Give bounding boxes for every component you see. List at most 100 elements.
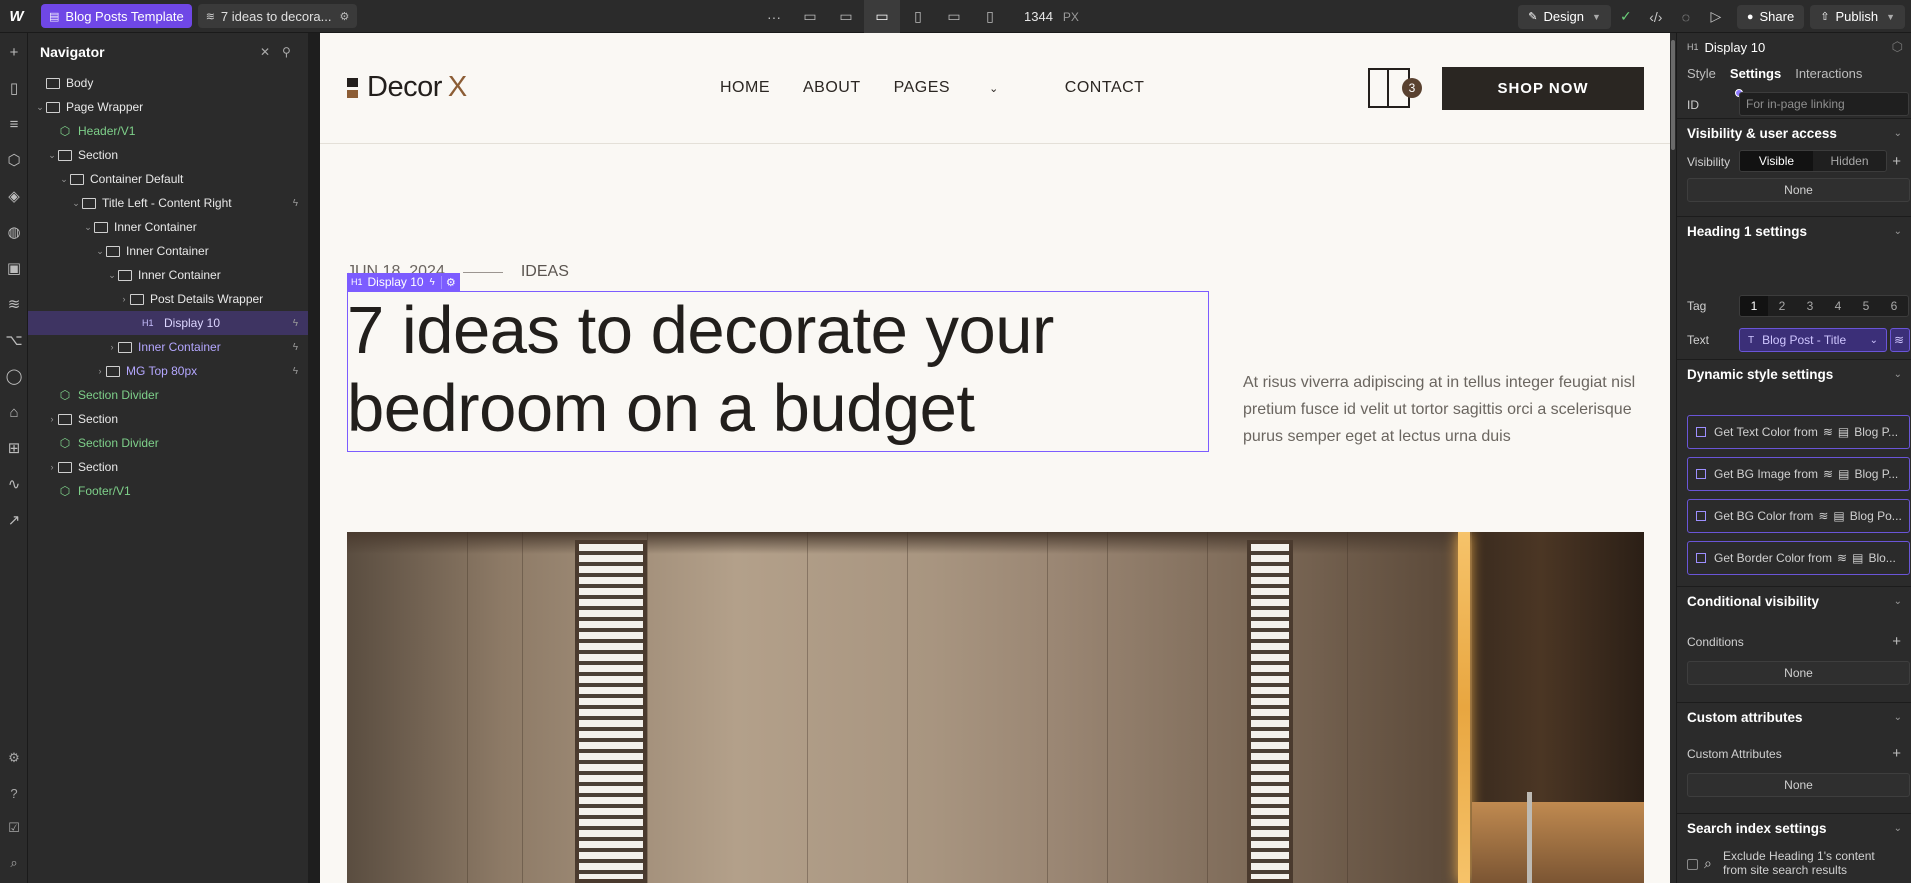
comment-icon[interactable]: ◌ (1671, 0, 1701, 33)
shop-now-button[interactable]: SHOP NOW (1442, 67, 1644, 110)
tree-item-section[interactable]: ⌄ Section (28, 143, 308, 167)
tag-h5[interactable]: 5 (1852, 296, 1880, 316)
tag-h2[interactable]: 2 (1768, 296, 1796, 316)
tree-item-page-wrapper[interactable]: ⌄ Page Wrapper (28, 95, 308, 119)
chevron-right-icon[interactable]: › (46, 414, 58, 424)
menu-about[interactable]: ABOUT (803, 79, 861, 97)
visible-option[interactable]: Visible (1740, 151, 1813, 171)
tree-item-inner-container[interactable]: ⌄ Inner Container (28, 215, 308, 239)
tree-item-post-details-wrapper[interactable]: › Post Details Wrapper (28, 287, 308, 311)
tag-h3[interactable]: 3 (1796, 296, 1824, 316)
variables-icon[interactable]: ◍ (0, 214, 28, 250)
menu-contact[interactable]: CONTACT (1065, 79, 1145, 97)
canvas-scrollbar-thumb[interactable] (1671, 40, 1675, 150)
add-element-icon[interactable]: + (0, 34, 28, 70)
settings-gear-icon[interactable]: ⚙ (440, 275, 456, 289)
ecommerce-icon[interactable]: ⌂ (0, 394, 28, 430)
chevron-down-icon[interactable]: ⌄ (70, 198, 82, 209)
text-binding-select[interactable]: T Blog Post - Title ⌄ (1739, 328, 1887, 352)
add-attribute-icon[interactable]: + (1892, 745, 1901, 762)
pages-icon[interactable]: ▯ (0, 70, 28, 106)
search-icon[interactable]: ⌕ (0, 848, 28, 878)
selected-element-tag[interactable]: H1 Display 10 ϟ ⚙ (347, 273, 460, 291)
chevron-down-icon[interactable]: ⌄ (46, 150, 58, 161)
components-icon[interactable]: ⬡ (0, 142, 28, 178)
chevron-down-icon[interactable]: ⌄ (94, 246, 106, 257)
tree-item-container-default[interactable]: ⌄ Container Default (28, 167, 308, 191)
tasks-icon[interactable]: ☑ (0, 813, 28, 843)
hidden-option[interactable]: Hidden (1813, 151, 1886, 171)
more-menu[interactable]: ··· (756, 0, 792, 33)
breakpoint-base-icon[interactable]: ▭ (864, 0, 900, 33)
chevron-right-icon[interactable]: › (46, 462, 58, 472)
tree-item-section[interactable]: › Section (28, 455, 308, 479)
settings-icon[interactable]: ⚙ (0, 743, 28, 773)
apps-icon[interactable]: ⊞ (0, 430, 28, 466)
pin-icon[interactable]: ⚲ (282, 45, 291, 59)
design-mode-button[interactable]: ✎ Design ▼ (1518, 4, 1611, 29)
canvas-width-value[interactable]: 1344 (1024, 9, 1053, 24)
chevron-down-icon[interactable]: ⌄ (82, 222, 94, 233)
analytics-icon[interactable]: ↗ (0, 502, 28, 538)
logic-icon[interactable]: ⌥ (0, 322, 28, 358)
dynamic-text-color-row[interactable]: Get Text Color from ≋ ▤ Blog P... (1687, 415, 1910, 449)
tree-item-inner-container[interactable]: › Inner Container ϟ (28, 335, 308, 359)
tree-item-section-divider[interactable]: ⬡ Section Divider (28, 383, 308, 407)
add-condition-icon[interactable]: + (1892, 633, 1901, 650)
site-logo[interactable]: Decor X (347, 71, 467, 104)
navigator-icon[interactable]: ≡ (0, 106, 28, 142)
conditional-visibility-header[interactable]: Conditional visibility ⌄ (1677, 586, 1911, 616)
collapse-all-icon[interactable]: ✕ (260, 45, 270, 59)
exclude-search-checkbox[interactable] (1687, 859, 1698, 870)
tab-style[interactable]: Style (1687, 66, 1716, 81)
component-icon[interactable]: ⬡ (1892, 39, 1903, 55)
checkbox[interactable] (1696, 553, 1706, 563)
tab-interactions[interactable]: Interactions (1795, 66, 1862, 81)
search-index-header[interactable]: Search index settings ⌄ (1677, 813, 1911, 843)
menu-home[interactable]: HOME (720, 79, 770, 97)
code-icon[interactable]: ‹/› (1641, 0, 1671, 33)
conditions-none-box[interactable]: None (1687, 661, 1910, 685)
tree-item-inner-container[interactable]: ⌄ Inner Container (28, 239, 308, 263)
post-title[interactable]: 7 ideas to decorate your bedroom on a bu… (347, 292, 1207, 448)
dynamic-border-color-row[interactable]: Get Border Color from ≋ ▤ Blo... (1687, 541, 1910, 575)
chevron-right-icon[interactable]: › (106, 342, 118, 352)
custom-attributes-header[interactable]: Custom attributes ⌄ (1677, 702, 1911, 732)
tab-settings[interactable]: Settings (1730, 66, 1781, 81)
tree-item-mg-top[interactable]: › MG Top 80px ϟ (28, 359, 308, 383)
tree-item-inner-container[interactable]: ⌄ Inner Container (28, 263, 308, 287)
dynamic-bg-image-row[interactable]: Get BG Image from ≋ ▤ Blog P... (1687, 457, 1910, 491)
breakpoint-landscape-icon[interactable]: ▭ (936, 0, 972, 33)
menu-pages[interactable]: PAGES ⌄ (894, 79, 1032, 97)
cms-icon[interactable]: ≋ (0, 286, 28, 322)
breakpoint-xl-icon[interactable]: ▭ (792, 0, 828, 33)
tag-h4[interactable]: 4 (1824, 296, 1852, 316)
visibility-section-header[interactable]: Visibility & user access ⌄ (1677, 118, 1911, 148)
tree-item-body[interactable]: Body (28, 71, 308, 95)
help-icon[interactable]: ? (0, 778, 28, 808)
tree-item-header[interactable]: ⬡ Header/V1 (28, 119, 308, 143)
visibility-none-box[interactable]: None (1687, 178, 1910, 202)
heading-settings-header[interactable]: Heading 1 settings ⌄ (1677, 216, 1911, 246)
tag-h6[interactable]: 6 (1880, 296, 1908, 316)
users-icon[interactable]: ◯ (0, 358, 28, 394)
cms-settings-icon[interactable]: ⚙ (339, 10, 349, 23)
breakpoint-mobile-icon[interactable]: ▯ (972, 0, 1008, 33)
publish-button[interactable]: ⇧ Publish ▼ (1810, 4, 1905, 29)
hero-image[interactable] (347, 532, 1644, 883)
tree-item-section[interactable]: › Section (28, 407, 308, 431)
attributes-none-box[interactable]: None (1687, 773, 1910, 797)
page-selector[interactable]: ▤ Blog Posts Template (41, 4, 192, 28)
share-button[interactable]: ● Share (1736, 4, 1805, 29)
breakpoint-tablet-icon[interactable]: ▯ (900, 0, 936, 33)
assets-icon[interactable]: ▣ (0, 250, 28, 286)
tree-item-display-10[interactable]: H1 Display 10 ϟ (28, 311, 308, 335)
check-status-icon[interactable]: ✓ (1611, 0, 1641, 33)
dynamic-bg-color-row[interactable]: Get BG Color from ≋ ▤ Blog Po... (1687, 499, 1910, 533)
checkbox[interactable] (1696, 511, 1706, 521)
tree-item-title-left[interactable]: ⌄ Title Left - Content Right ϟ (28, 191, 308, 215)
style-selectors-icon[interactable]: ◈ (0, 178, 28, 214)
chevron-down-icon[interactable]: ⌄ (58, 174, 70, 185)
tree-item-footer[interactable]: ⬡ Footer/V1 (28, 479, 308, 503)
preview-play-icon[interactable]: ▷ (1701, 0, 1731, 33)
